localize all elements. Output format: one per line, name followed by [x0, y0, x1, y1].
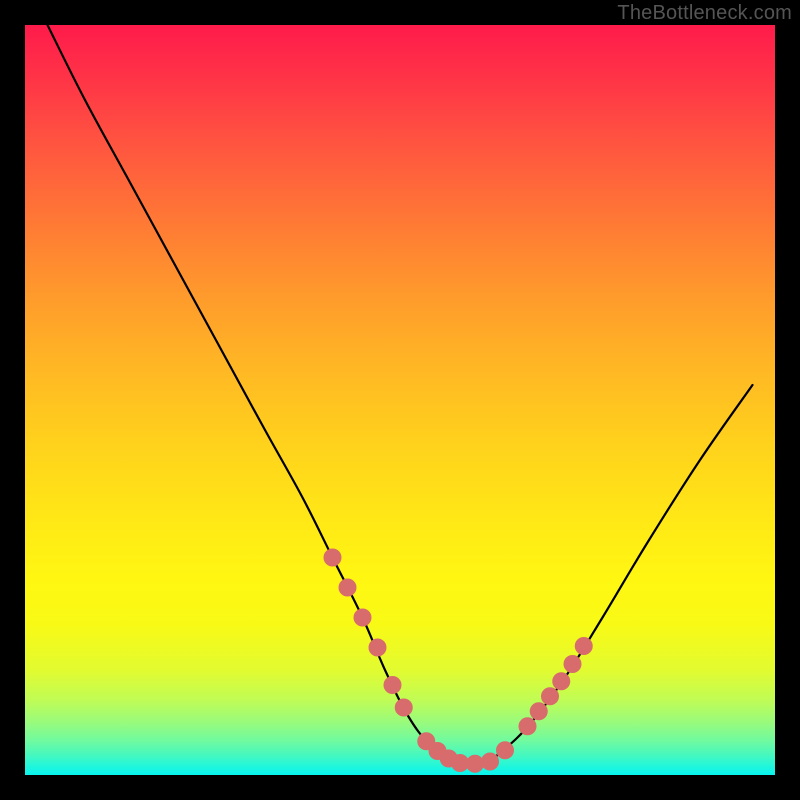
- highlight-dot: [564, 655, 582, 673]
- highlight-dot: [354, 609, 372, 627]
- highlight-dots: [324, 549, 593, 773]
- highlight-dot: [384, 676, 402, 694]
- watermark-text: TheBottleneck.com: [617, 2, 792, 25]
- highlight-dot: [481, 753, 499, 771]
- highlight-dot: [530, 702, 548, 720]
- highlight-dot: [541, 687, 559, 705]
- highlight-dot: [519, 717, 537, 735]
- highlight-dot: [369, 639, 387, 657]
- highlight-dot: [339, 579, 357, 597]
- curve-svg: [25, 25, 775, 775]
- highlight-dot: [496, 741, 514, 759]
- bottleneck-curve: [48, 25, 753, 766]
- highlight-dot: [395, 699, 413, 717]
- highlight-dot: [552, 672, 570, 690]
- plot-area: [25, 25, 775, 775]
- highlight-dot: [575, 637, 593, 655]
- highlight-dot: [324, 549, 342, 567]
